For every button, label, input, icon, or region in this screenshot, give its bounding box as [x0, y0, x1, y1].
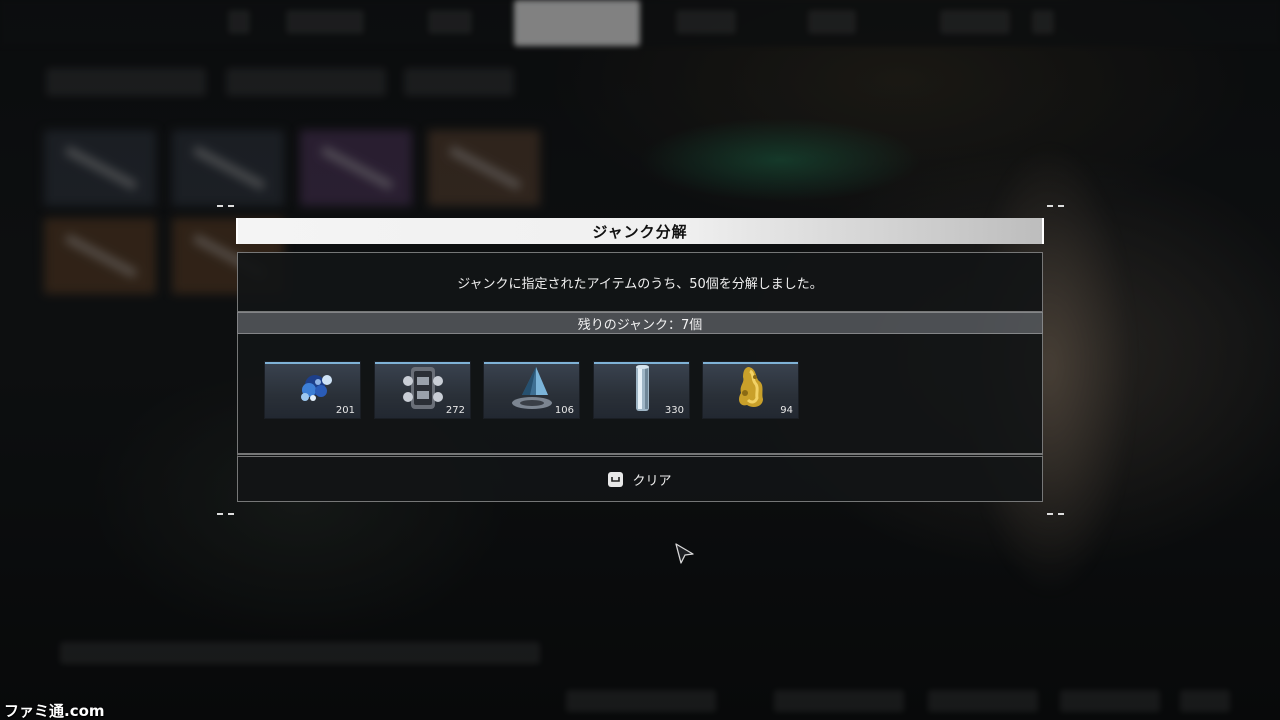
remaining-junk-label: 残りのジャンク：7個 — [577, 317, 703, 333]
obtained-items-panel: 201 272 106 330 94 — [237, 334, 1043, 454]
item-slot[interactable]: 201 — [264, 361, 361, 419]
frame-corner-bottom-right — [1047, 512, 1065, 516]
metal-cylinder-icon — [635, 365, 649, 411]
mechanical-part-icon — [402, 367, 443, 409]
frame-corner-top-left — [217, 204, 235, 208]
frame-corner-top-right — [1047, 204, 1065, 208]
item-slot[interactable]: 272 — [374, 361, 471, 419]
space-key-icon — [608, 471, 624, 487]
dialog-title-bar: ジャンク分解 — [236, 218, 1044, 244]
item-slot[interactable]: 94 — [702, 361, 799, 419]
frame-corner-bottom-left — [217, 512, 235, 516]
item-count: 94 — [780, 405, 793, 416]
remaining-junk-bar: 残りのジャンク：7個 — [237, 312, 1043, 334]
item-slot[interactable]: 106 — [483, 361, 580, 419]
item-count: 272 — [445, 405, 465, 416]
crystal-cluster-icon — [300, 375, 332, 401]
item-count: 106 — [554, 405, 574, 416]
prism-core-icon — [511, 367, 552, 409]
mouse-cursor-icon — [675, 543, 694, 564]
dialog-title: ジャンク分解 — [592, 222, 688, 241]
item-count: 201 — [335, 405, 355, 416]
item-count: 330 — [664, 405, 684, 416]
clear-button-label: クリア — [632, 473, 672, 489]
result-message: ジャンクに指定されたアイテムのうち、50個を分解しました。 — [457, 276, 823, 292]
gold-ore-icon — [738, 367, 763, 407]
watermark-logo: ファミ通.com — [4, 702, 105, 720]
result-message-panel: ジャンクに指定されたアイテムのうち、50個を分解しました。 — [237, 252, 1043, 312]
item-slot[interactable]: 330 — [593, 361, 690, 419]
clear-button[interactable]: クリア — [237, 454, 1043, 502]
